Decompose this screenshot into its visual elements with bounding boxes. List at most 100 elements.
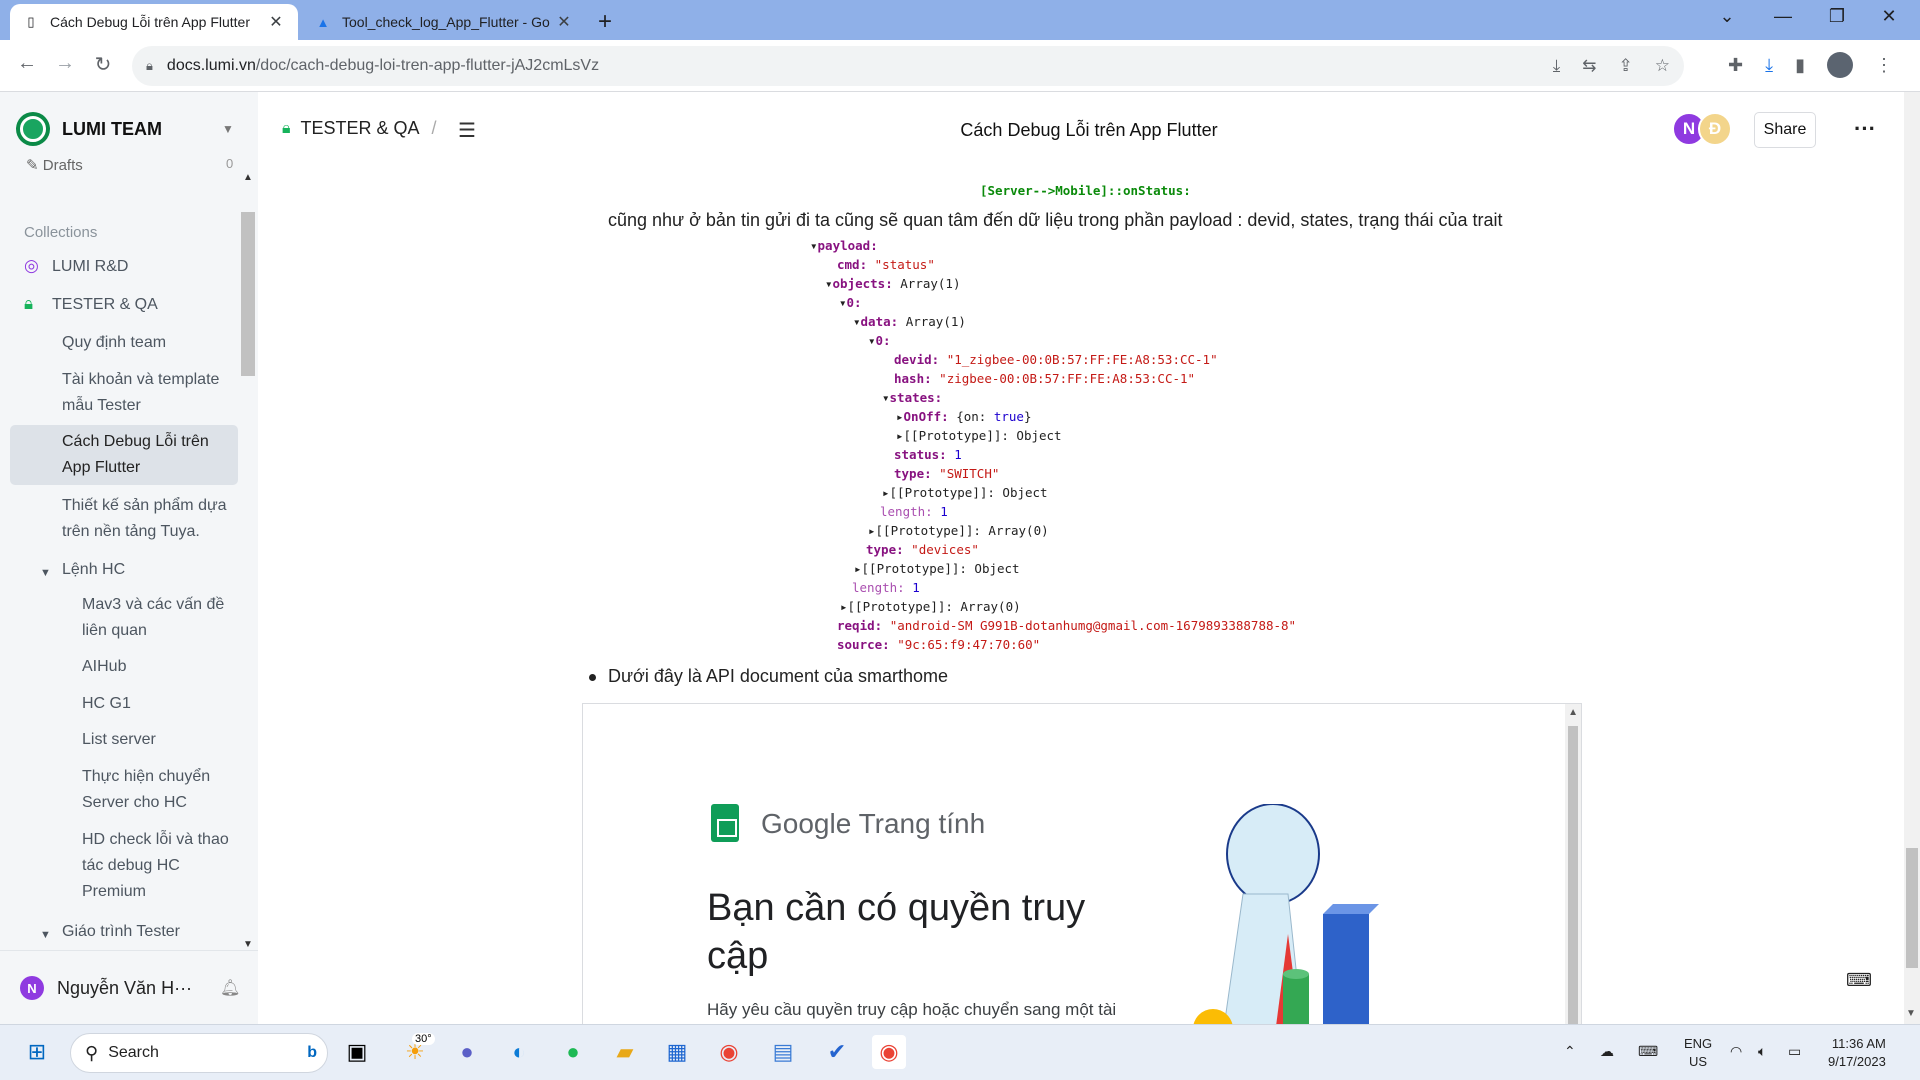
caret-down-icon[interactable]: ▼ [222,122,234,136]
close-icon[interactable]: ✕ [554,12,574,32]
scroll-up-icon[interactable]: ▲ [243,172,253,183]
date: 9/17/2023 [1828,1054,1886,1069]
sidebar-item-cach-debug[interactable]: Cách Debug Lỗi trên App Flutter [10,425,238,485]
embedded-sheet[interactable]: Google Trang tính Bạn cần có quyền truy … [582,703,1582,1024]
tab-title: Tool_check_log_App_Flutter - Go [342,14,550,30]
caret-down-icon[interactable]: ▼ [40,922,51,948]
breadcrumb-collection[interactable]: TESTER & QA [301,118,420,139]
code-line: length: 1 [852,580,920,595]
code-line: ▸OnOff: {on: true} [896,409,1032,424]
avatar[interactable]: Đ [1698,112,1732,146]
tab-search-icon[interactable]: ⌄ [1704,6,1750,27]
todo-icon[interactable]: ✔ [820,1035,854,1069]
restore-icon[interactable]: ❐ [1814,6,1860,27]
caret-down-icon[interactable]: ▼ [40,560,51,586]
lock-icon[interactable]: 🔒︎ [146,58,153,74]
file-explorer-icon[interactable]: ▰ [608,1035,642,1069]
extensions-icon[interactable]: ✚ [1728,55,1743,76]
page-title: Cách Debug Lỗi trên App Flutter [960,120,1218,140]
wifi-icon[interactable]: ◠ [1730,1043,1742,1060]
collaborator-avatars[interactable]: N Đ [1672,112,1732,146]
scroll-up-icon[interactable]: ▲ [1568,707,1578,718]
forward-icon[interactable]: → [50,52,80,75]
access-heading: Bạn cần có quyền truy cập [707,887,1086,977]
sidebar-item-mav3[interactable]: Mav3 và các vấn đề liên quan [82,592,242,644]
bing-icon[interactable]: b [307,1044,317,1062]
close-icon[interactable]: ✕ [266,12,286,32]
battery-icon[interactable]: ▭ [1788,1043,1801,1060]
drafts-link[interactable]: ✎ Drafts [26,156,83,174]
tab-active[interactable]: ▯ Cách Debug Lỗi trên App Flutter ✕ [10,4,298,40]
sidebar-item-thiet-ke[interactable]: Thiết kế sản phẩm dựa trên nền tảng Tuya… [62,493,242,545]
table-of-contents-icon[interactable]: ☰ [458,118,476,143]
breadcrumb[interactable]: 🔒︎ TESTER & QA / [282,118,449,139]
sidebar-scrollbar[interactable] [241,212,255,376]
weather-temp: 30° [412,1033,435,1045]
user-avatar[interactable]: N [20,976,44,1000]
tray-overflow-icon[interactable]: ⌃ [1564,1043,1576,1060]
reload-icon[interactable]: ↻ [88,52,118,77]
sidebar-item-chuyen-server[interactable]: Thực hiện chuyển Server cho HC [82,764,222,816]
browser-toolbar: ← → ↻ 🔒︎ docs.lumi.vn/doc/cach-debug-loi… [0,40,1920,92]
page-scroll-thumb[interactable] [1906,848,1918,968]
sidebar-item-list-server[interactable]: List server [82,727,156,753]
control-panel-icon[interactable]: ▤ [766,1035,800,1069]
sidebar-item-lenh-hc[interactable]: Lệnh HC [62,557,125,583]
collection-tester-qa[interactable]: TESTER & QA [52,292,158,318]
side-panel-icon[interactable]: ▮ [1795,55,1805,76]
edge-icon[interactable]: ◐ [502,1035,536,1069]
teams-icon[interactable]: ● [450,1035,484,1069]
keyboard-tray-icon[interactable]: ⌨ [1638,1043,1658,1060]
code-line: ▾0: [868,333,891,348]
language-indicator[interactable]: ENG US [1684,1035,1712,1071]
team-name: LUMI TEAM [62,118,162,139]
sidebar-item-hd-check-loi[interactable]: HD check lỗi và thao tác debug HC Premiu… [82,827,242,905]
tab-strip: ▯ Cách Debug Lỗi trên App Flutter ✕ ▲ To… [0,0,1920,40]
onedrive-icon[interactable]: ☁ [1600,1043,1614,1060]
volume-icon[interactable]: 🔈︎ [1758,1043,1766,1060]
sidebar-item-aihub[interactable]: AIHub [82,654,126,680]
translate-icon[interactable]: ⇆ [1582,56,1596,76]
team-switcher[interactable]: LUMI TEAM [16,112,162,146]
tab-title: Cách Debug Lỗi trên App Flutter [50,14,251,30]
scroll-down-icon[interactable]: ▼ [1906,1008,1916,1019]
code-line: type: "SWITCH" [894,466,1000,481]
code-line: type: "devices" [866,542,979,557]
browser-chrome: ▯ Cách Debug Lỗi trên App Flutter ✕ ▲ To… [0,0,1920,92]
chrome-icon[interactable]: ◉ [712,1035,746,1069]
bell-icon[interactable]: 🔔︎ [220,978,240,998]
download-icon[interactable]: ⤓ [1765,55,1773,76]
address-bar[interactable]: 🔒︎ docs.lumi.vn/doc/cach-debug-loi-tren-… [132,46,1684,86]
store-icon[interactable]: ▦ [660,1035,694,1069]
divider [0,950,258,951]
embed-scroll-thumb[interactable] [1568,726,1578,1024]
minimize-icon[interactable]: — [1760,6,1806,27]
spotify-icon[interactable]: ● [556,1035,590,1069]
code-line: ▸[[Prototype]]: Array(0) [840,599,1021,614]
share-icon[interactable]: ⇪ [1619,56,1633,76]
sidebar-item-hc-g1[interactable]: HC G1 [82,691,131,717]
tab-inactive[interactable]: ▲ Tool_check_log_App_Flutter - Go ✕ [302,4,586,40]
clock[interactable]: 11:36 AM 9/17/2023 [1828,1035,1886,1071]
close-window-icon[interactable]: ✕ [1866,6,1912,27]
code-line: ▸[[Prototype]]: Object [882,485,1048,500]
share-button[interactable]: Share [1754,112,1816,148]
keyboard-icon[interactable]: ⌨ [1846,970,1872,991]
bookmark-star-icon[interactable]: ☆ [1655,56,1670,76]
sidebar-item-quy-dinh[interactable]: Quy định team [62,330,242,356]
scroll-down-icon[interactable]: ▼ [243,939,253,950]
user-name[interactable]: Nguyễn Văn H··· [57,978,192,999]
sidebar-item-tai-khoan[interactable]: Tài khoản và template mẫu Tester [62,367,242,419]
sidebar-item-giao-trinh[interactable]: Giáo trình Tester [62,919,180,945]
windows-start-icon[interactable]: ⊞ [20,1035,54,1069]
browser-menu-icon[interactable]: ⋮ [1875,55,1893,76]
back-icon[interactable]: ← [12,52,42,75]
new-tab-icon[interactable]: + [598,8,612,36]
more-options-icon[interactable]: ··· [1854,116,1876,142]
chrome-active-icon[interactable]: ◉ [872,1035,906,1069]
profile-avatar[interactable] [1826,52,1853,78]
install-icon[interactable]: ⤓ [1553,56,1561,76]
taskbar-search[interactable]: ⚲ Search b [70,1033,328,1073]
collection-lumi-rd[interactable]: LUMI R&D [52,254,128,280]
task-view-icon[interactable]: ▣ [340,1035,374,1069]
